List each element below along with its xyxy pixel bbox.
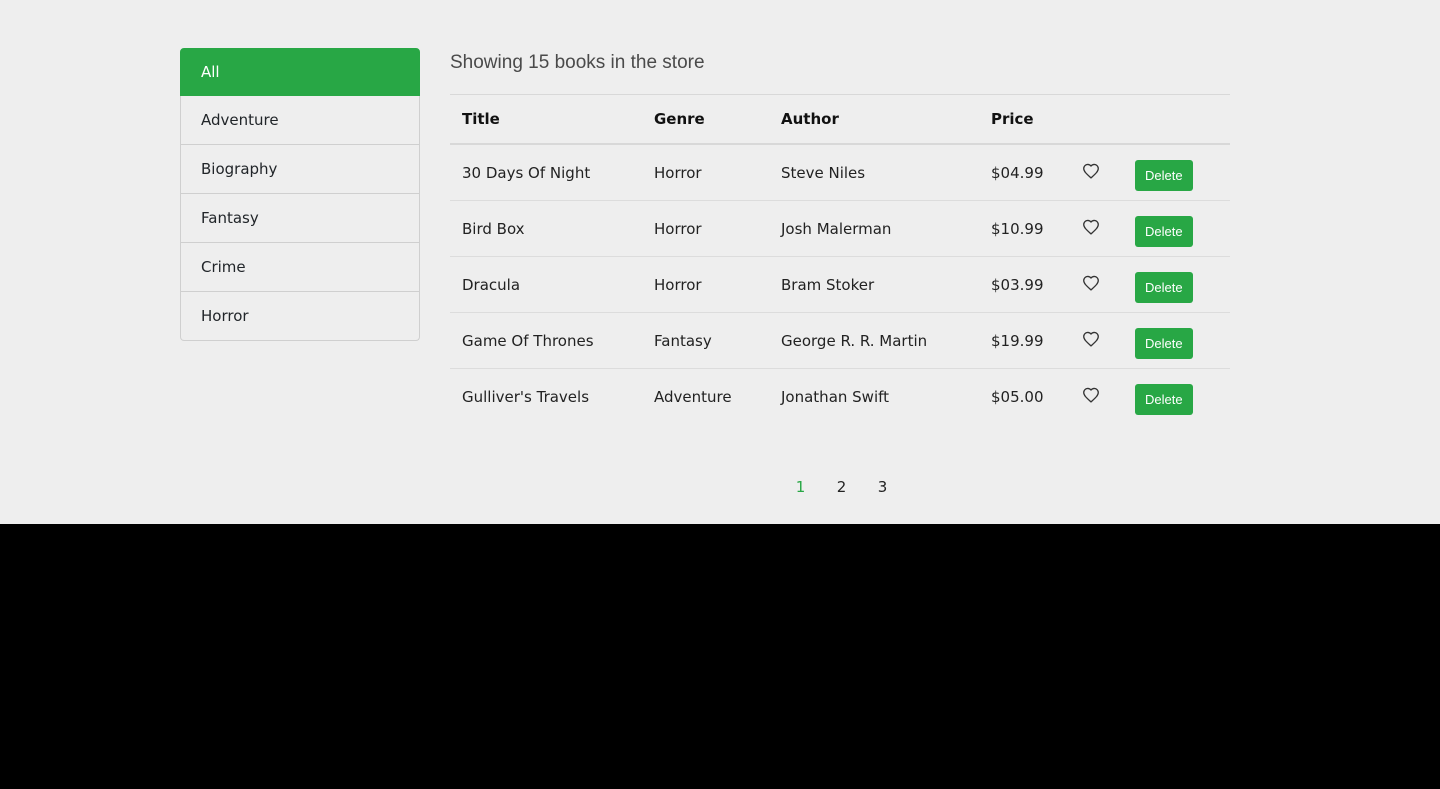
book-title: Game Of Thrones (450, 312, 642, 369)
book-author: Bram Stoker (769, 256, 979, 313)
table-row: Game Of Thrones Fantasy George R. R. Mar… (450, 312, 1230, 369)
delete-button[interactable]: Delete (1135, 216, 1193, 247)
book-author: Jonathan Swift (781, 387, 890, 406)
heart-outline-icon[interactable] (1082, 387, 1100, 403)
book-author: George R. R. Martin (769, 312, 979, 369)
book-price: $04.99 (979, 144, 1070, 201)
books-count-summary: Showing 15 books in the store (450, 52, 705, 73)
book-price: $19.99 (979, 312, 1070, 369)
book-author: Steve Niles (769, 144, 979, 201)
column-header-genre[interactable]: Genre (642, 94, 769, 145)
column-header-price[interactable]: Price (979, 94, 1070, 145)
book-genre: Horror (642, 144, 769, 201)
heart-outline-icon[interactable] (1082, 275, 1100, 291)
sidebar-item-biography[interactable]: Biography (180, 145, 420, 194)
book-author: Josh Malerman (769, 200, 979, 257)
column-header-like (1070, 94, 1123, 145)
book-price: $10.99 (979, 200, 1070, 257)
column-header-author[interactable]: Author (769, 94, 979, 145)
book-genre: Fantasy (642, 312, 769, 369)
column-header-action (1123, 94, 1230, 145)
sidebar-item-horror[interactable]: Horror (180, 292, 420, 341)
book-genre: Adventure (654, 387, 732, 406)
heart-outline-icon[interactable] (1082, 331, 1100, 347)
table-row: Gulliver's Travels Adventure Jonathan Sw… (450, 369, 1230, 425)
table-header-row: Title Genre Author Price (450, 94, 1230, 145)
table-row: Bird Box Horror Josh Malerman $10.99 Del… (450, 200, 1230, 257)
book-price: $05.00 (991, 387, 1044, 406)
table-row: 30 Days Of Night Horror Steve Niles $04.… (450, 144, 1230, 201)
sidebar-item-all[interactable]: All (180, 48, 420, 96)
book-genre: Horror (642, 200, 769, 257)
book-title: Dracula (450, 256, 642, 313)
heart-outline-icon[interactable] (1082, 219, 1100, 235)
page-link-2[interactable]: 2 (821, 478, 862, 496)
book-title: 30 Days Of Night (450, 144, 642, 201)
books-table: Title Genre Author Price 30 Days Of Nigh… (450, 94, 1230, 424)
book-genre: Horror (642, 256, 769, 313)
page-link-1[interactable]: 1 (780, 478, 821, 496)
delete-button[interactable]: Delete (1135, 160, 1193, 191)
book-title: Gulliver's Travels (462, 387, 590, 406)
delete-button[interactable]: Delete (1135, 328, 1193, 359)
sidebar-item-crime[interactable]: Crime (180, 243, 420, 292)
delete-button[interactable]: Delete (1135, 272, 1193, 303)
pagination: 1 2 3 (780, 478, 903, 496)
table-row: Dracula Horror Bram Stoker $03.99 Delete (450, 256, 1230, 313)
page: All Adventure Biography Fantasy Crime Ho… (0, 0, 1440, 524)
book-price: $03.99 (979, 256, 1070, 313)
sidebar-item-fantasy[interactable]: Fantasy (180, 194, 420, 243)
heart-outline-icon[interactable] (1082, 163, 1100, 179)
book-title: Bird Box (450, 200, 642, 257)
page-link-3[interactable]: 3 (862, 478, 903, 496)
column-header-title[interactable]: Title (450, 94, 642, 145)
genre-list: All Adventure Biography Fantasy Crime Ho… (180, 48, 420, 341)
sidebar-item-adventure[interactable]: Adventure (180, 96, 420, 145)
delete-button[interactable]: Delete (1135, 384, 1193, 415)
